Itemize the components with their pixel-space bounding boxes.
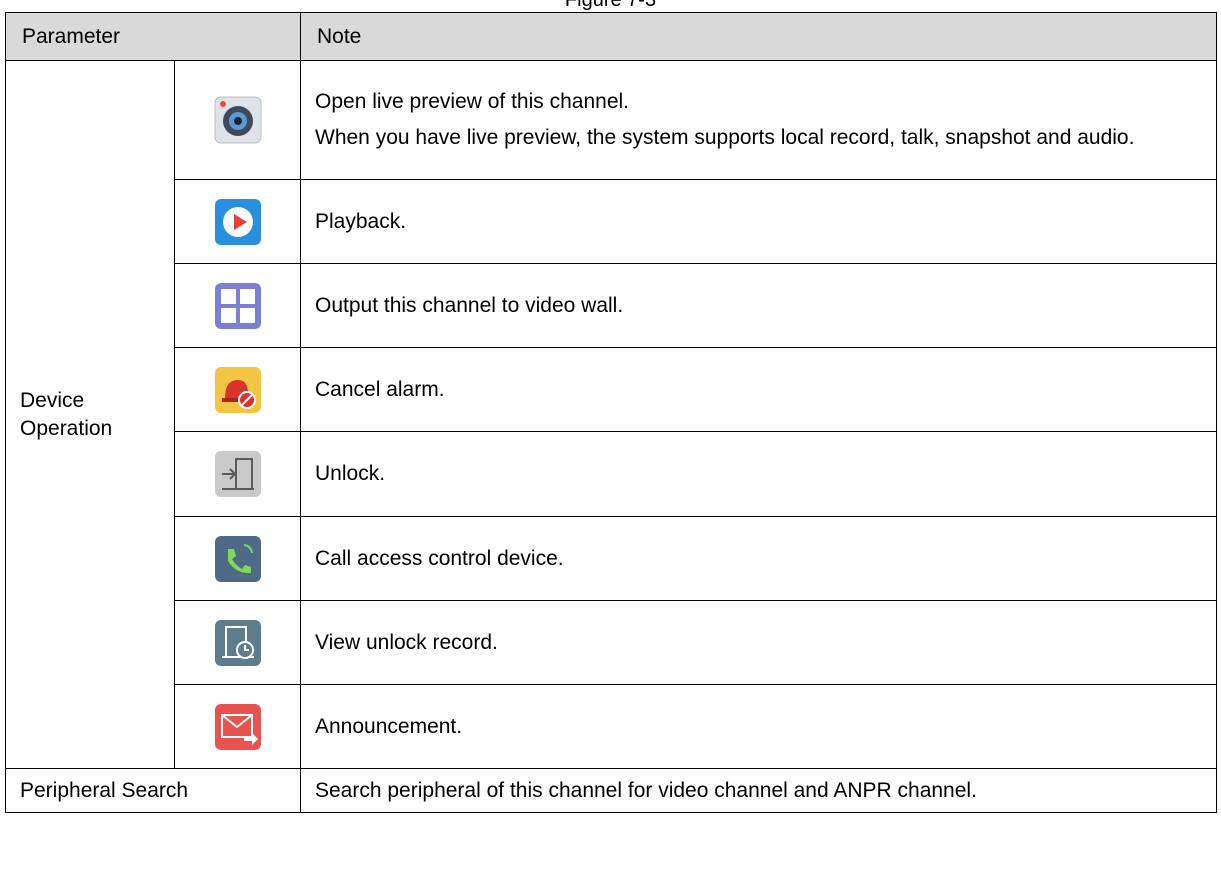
note-text: Output this channel to video wall. [300,263,1217,348]
play-icon [214,198,262,246]
figure-caption: Figure 7-3 [564,0,657,11]
parameter-table: Parameter Note Device Operation Open liv… [5,12,1217,813]
table-header-row: Parameter Note [5,12,1217,61]
note-text: Playback. [300,179,1217,264]
table-row: View unlock record. [6,600,1217,685]
table-row: Announcement. [6,684,1217,769]
note-text: When you have live preview, the system s… [315,126,1135,149]
announcement-icon [214,703,262,751]
header-note: Note [300,12,1217,61]
call-icon [214,535,262,583]
header-parameter: Parameter [5,12,301,61]
note-text: Unlock. [300,431,1217,517]
note-text: View unlock record. [300,600,1217,685]
table-row: Output this channel to video wall. [6,263,1217,348]
note-text: Call access control device. [300,516,1217,601]
note-cell: Open live preview of this channel. When … [300,60,1217,180]
table-row: Unlock. [6,431,1217,517]
note-text: Open live preview of this channel. [315,90,630,113]
video-wall-icon [214,282,262,330]
camera-icon [214,96,262,144]
cancel-alarm-icon [214,366,262,414]
unlock-record-icon [214,619,262,667]
unlock-icon [214,450,262,498]
table-row: Call access control device. [6,516,1217,601]
peripheral-search-label: Peripheral Search [5,768,301,813]
table-row: Device Operation Open live preview of th… [5,60,1217,769]
note-text: Announcement. [300,684,1217,769]
table-row: Peripheral Search Search peripheral of t… [5,768,1217,813]
table-row: Playback. [6,179,1217,264]
note-text: Cancel alarm. [300,347,1217,432]
device-operation-label: Device Operation [5,60,175,769]
table-row: Cancel alarm. [6,347,1217,432]
note-text: Search peripheral of this channel for vi… [300,768,1217,813]
